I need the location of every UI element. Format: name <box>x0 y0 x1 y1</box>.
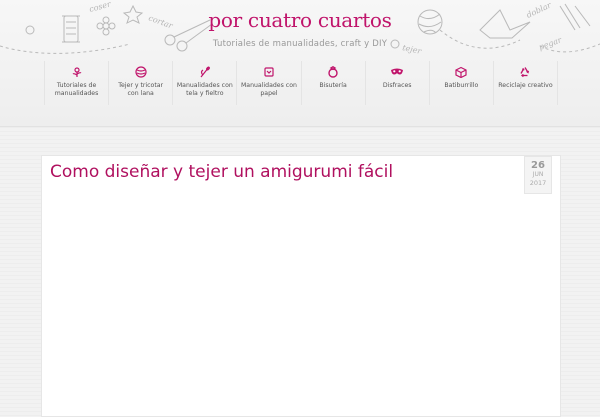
nav-item-batiburrillo[interactable]: Batiburrillo <box>428 61 493 105</box>
nav-label: Batiburrillo <box>444 82 479 89</box>
post-title[interactable]: Como diseñar y tejer un amigurumi fácil <box>50 162 393 182</box>
main-navigation: Tutoriales de manualidades Tejer y trico… <box>44 61 558 105</box>
nav-item-disfraces[interactable]: Disfraces <box>364 61 429 105</box>
post-date-day: 26 <box>531 160 545 171</box>
site-logo-title[interactable]: por cuatro cuartos <box>0 8 600 32</box>
site-header: coser cortar tejer doblar pegar por cuat… <box>0 0 600 127</box>
recycle-icon <box>518 65 532 79</box>
site-tagline: Tutoriales de manualidades, craft y DIY <box>212 39 388 49</box>
box-icon <box>454 65 468 79</box>
nav-item-tela[interactable]: Manualidades con tela y fieltro <box>172 61 236 105</box>
nav-label: Manualidades con papel <box>240 82 297 97</box>
nav-label: Tejer y tricotar con lana <box>118 82 164 97</box>
mask-icon <box>390 65 404 79</box>
nav-item-papel[interactable]: Manualidades con papel <box>236 61 300 105</box>
nav-label: Tutoriales de manualidades <box>54 82 99 97</box>
ring-icon <box>326 65 340 79</box>
nav-label: Disfraces <box>382 82 412 89</box>
flower-icon <box>70 65 84 79</box>
paper-icon <box>262 65 276 79</box>
post-date-year: 2017 <box>529 179 547 187</box>
needle-icon <box>198 65 212 79</box>
post-date-badge: 26 JUN 2017 <box>524 156 552 194</box>
nav-item-tutoriales[interactable]: Tutoriales de manualidades <box>44 61 108 105</box>
post-card: Como diseñar y tejer un amigurumi fácil … <box>41 155 561 417</box>
nav-label: Reciclaje creativo <box>498 82 553 89</box>
nav-label: Bisutería <box>319 82 347 89</box>
nav-item-reciclaje[interactable]: Reciclaje creativo <box>492 61 558 105</box>
post-date-month: JUN <box>532 171 544 178</box>
yarn-ball-icon <box>134 65 148 79</box>
nav-item-tejer[interactable]: Tejer y tricotar con lana <box>108 61 172 105</box>
nav-label: Manualidades con tela y fieltro <box>176 82 233 97</box>
nav-item-bisuteria[interactable]: Bisutería <box>300 61 365 105</box>
